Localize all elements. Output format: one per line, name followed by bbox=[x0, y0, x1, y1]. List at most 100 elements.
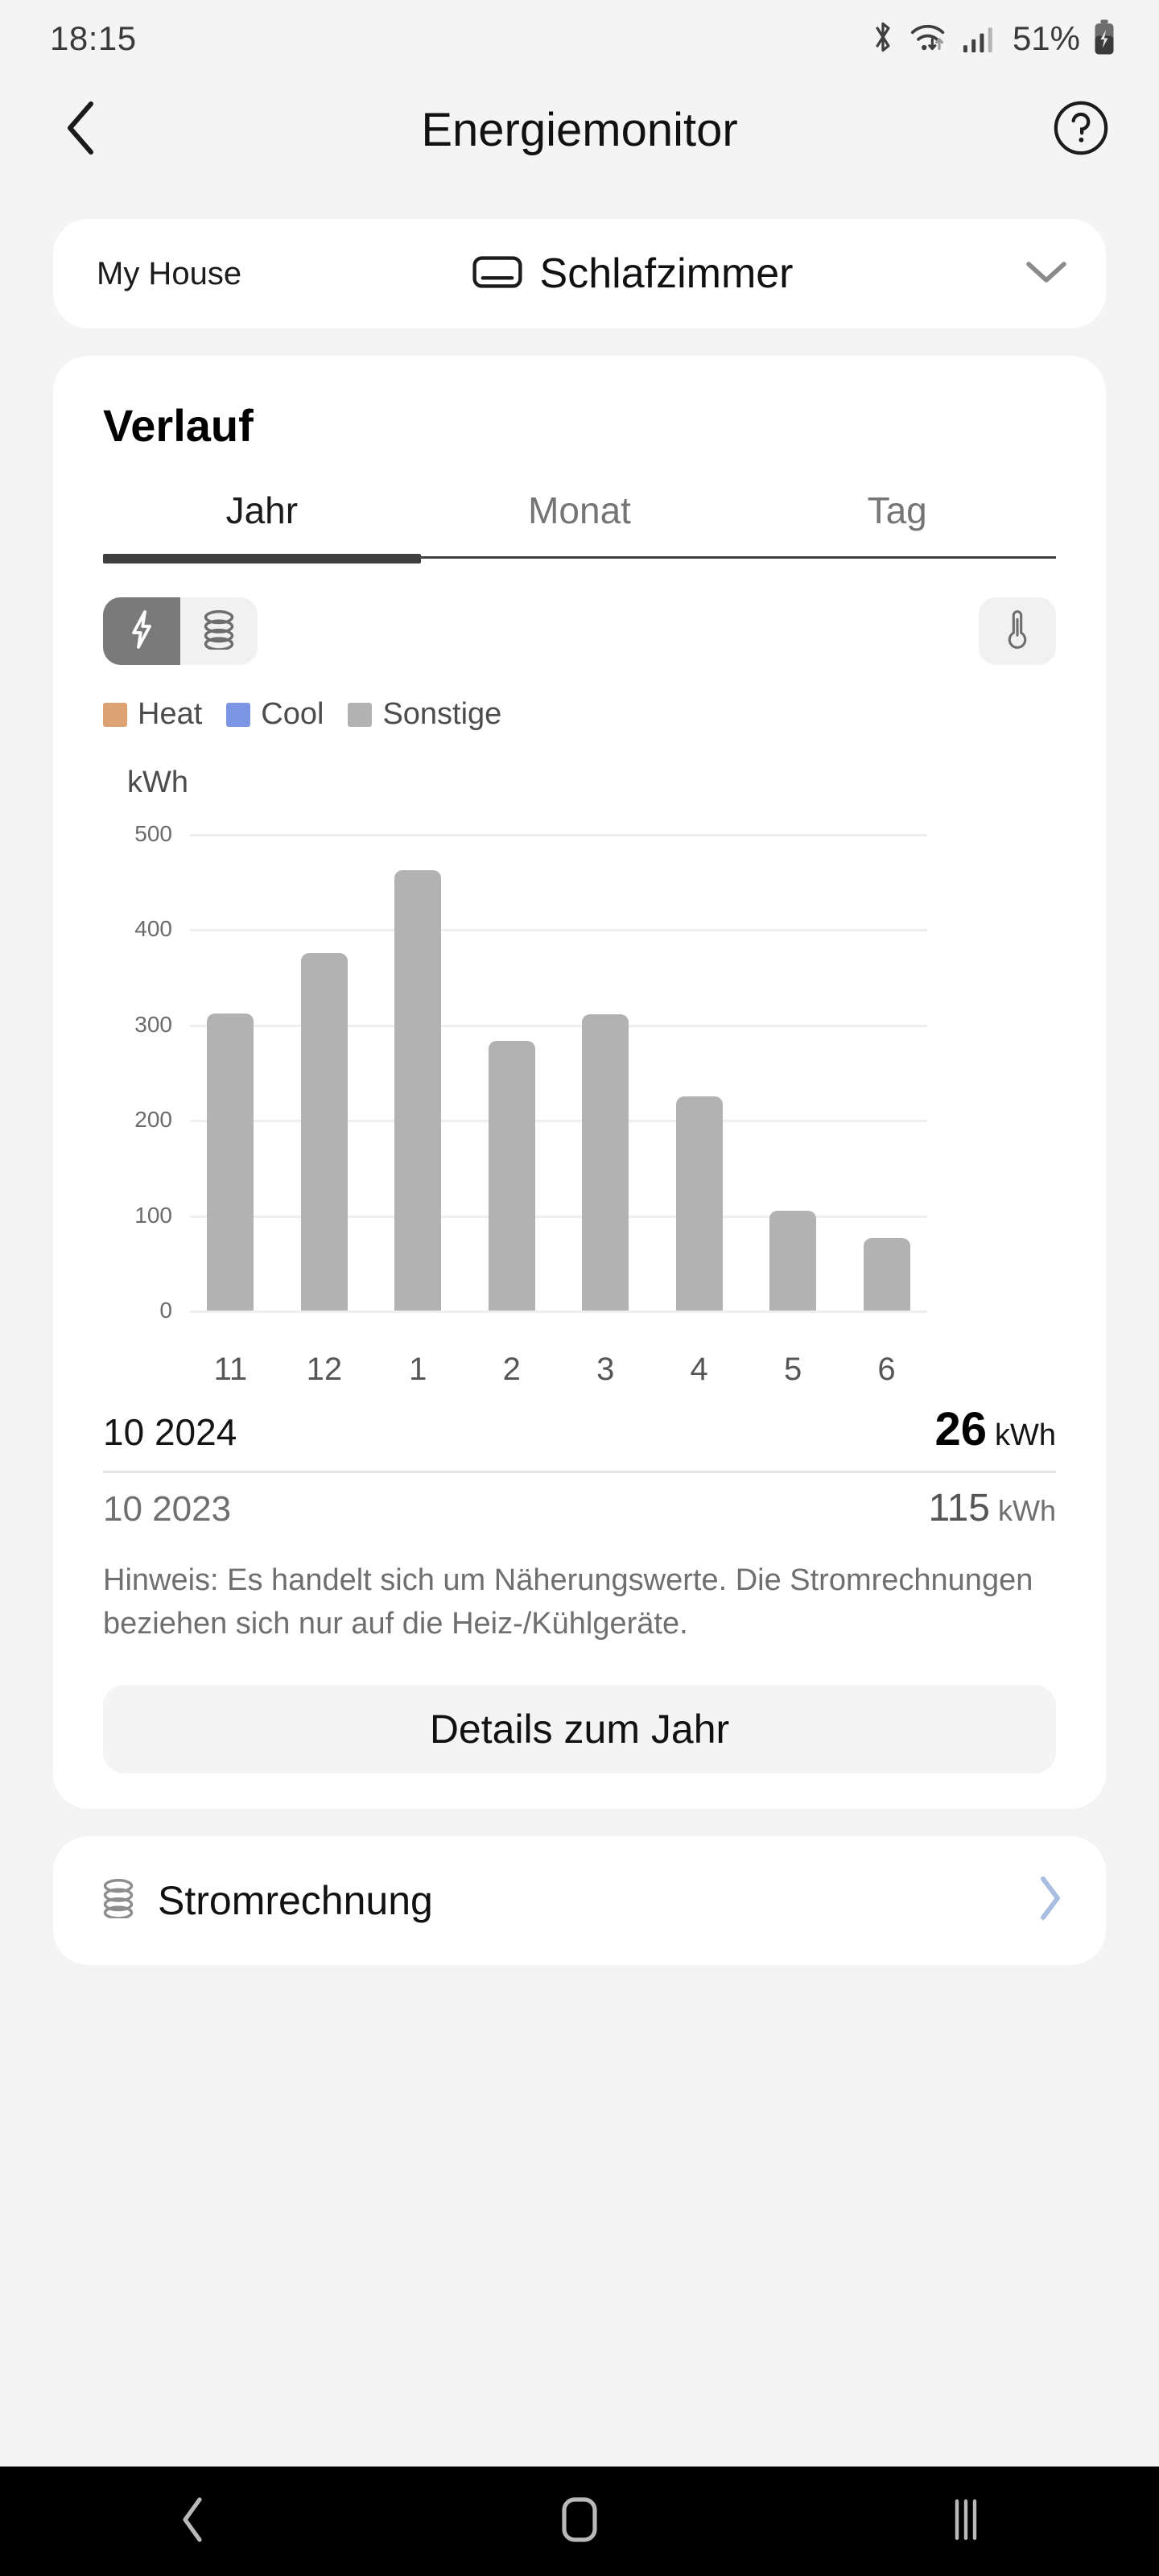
legend-label-sonstige: Sonstige bbox=[382, 697, 502, 731]
y-tick-label-0: 0 bbox=[159, 1298, 172, 1323]
bar-5[interactable] bbox=[769, 1210, 817, 1311]
bar-12[interactable] bbox=[300, 953, 348, 1311]
house-name-label: My House bbox=[97, 255, 242, 291]
legend-swatch-cool bbox=[226, 702, 251, 727]
chart-legend: Heat Cool Sonstige bbox=[103, 697, 1106, 732]
nav-back-icon bbox=[177, 2495, 209, 2549]
back-button[interactable] bbox=[53, 101, 109, 158]
energy-bar-chart: 500 400 300 200 100 0 11 12 1 2 3 4 5 6 bbox=[103, 815, 1056, 1387]
coins-stack-icon bbox=[100, 1878, 137, 1922]
room-selector[interactable]: My House Schlafzimmer bbox=[53, 219, 1106, 328]
temperature-toggle-button[interactable] bbox=[979, 597, 1056, 665]
coins-stack-icon bbox=[200, 609, 237, 654]
app-bar: Energiemonitor bbox=[0, 77, 1159, 182]
electricity-bill-row[interactable]: Stromrechnung bbox=[53, 1835, 1106, 1965]
chart-plot-area: 500 400 300 200 100 0 bbox=[134, 821, 927, 1323]
approximation-hint: Hinweis: Es handelt sich um Näherungswer… bbox=[103, 1563, 1033, 1641]
y-tick-label-400: 400 bbox=[134, 916, 172, 942]
chevron-left-icon bbox=[64, 99, 99, 161]
bar-11[interactable] bbox=[207, 1013, 254, 1311]
previous-period-label: 10 2023 bbox=[103, 1489, 232, 1529]
x-label-3: 3 bbox=[596, 1352, 615, 1387]
current-value: 26 bbox=[934, 1403, 987, 1455]
chart-controls bbox=[103, 597, 1056, 665]
mode-cost-button[interactable] bbox=[180, 597, 258, 665]
legend-item-sonstige: Sonstige bbox=[348, 697, 501, 732]
battery-percent-label: 51% bbox=[1012, 19, 1080, 57]
bar-column[interactable] bbox=[283, 834, 365, 1311]
lightning-bolt-icon bbox=[127, 609, 156, 654]
current-unit: kWh bbox=[995, 1418, 1056, 1452]
legend-swatch-sonstige bbox=[348, 702, 373, 727]
y-tick-label-300: 300 bbox=[134, 1011, 172, 1037]
history-card: Verlauf Jahr Monat Tag Heat Cool Sonstig… bbox=[53, 356, 1106, 1809]
nav-back-button[interactable] bbox=[137, 2467, 250, 2576]
history-tabs: Jahr Monat Tag bbox=[103, 489, 1056, 559]
gridline-0: 0 bbox=[159, 1298, 927, 1323]
bill-row-left: Stromrechnung bbox=[100, 1877, 1037, 1924]
bar-column[interactable] bbox=[658, 834, 740, 1311]
thermometer-icon bbox=[1005, 608, 1029, 655]
cellular-signal-icon bbox=[961, 19, 996, 59]
bar-column[interactable] bbox=[377, 834, 459, 1311]
status-icons: 51% bbox=[869, 19, 1117, 60]
current-value-group: 26 kWh bbox=[934, 1402, 1056, 1456]
page-title: Energiemonitor bbox=[421, 103, 738, 156]
x-label-1: 1 bbox=[409, 1352, 427, 1387]
bar-column[interactable] bbox=[471, 834, 552, 1311]
x-label-2: 2 bbox=[502, 1352, 521, 1387]
chart-x-axis-labels: 11 12 1 2 3 4 5 6 bbox=[190, 1352, 927, 1388]
battery-charging-icon bbox=[1091, 19, 1117, 60]
y-tick-label-200: 200 bbox=[134, 1107, 172, 1133]
room-name-label: Schlafzimmer bbox=[539, 250, 794, 297]
bluetooth-icon bbox=[869, 19, 897, 59]
consumption-summary: 10 2024 26 kWh 10 2023 115 kWh bbox=[103, 1402, 1056, 1543]
bill-row-label: Stromrechnung bbox=[158, 1877, 433, 1923]
previous-unit: kWh bbox=[998, 1494, 1056, 1527]
x-label-5: 5 bbox=[783, 1352, 802, 1387]
y-tick-label-100: 100 bbox=[134, 1202, 172, 1228]
bar-column[interactable] bbox=[190, 834, 271, 1311]
chart-bars bbox=[190, 834, 927, 1311]
bar-3[interactable] bbox=[582, 1013, 629, 1311]
legend-label-cool: Cool bbox=[261, 697, 324, 731]
previous-value-group: 115 kWh bbox=[928, 1486, 1056, 1530]
x-label-6: 6 bbox=[877, 1352, 896, 1387]
history-title: Verlauf bbox=[103, 400, 254, 451]
nav-recents-button[interactable] bbox=[909, 2467, 1022, 2576]
y-tick-label-500: 500 bbox=[134, 821, 172, 846]
legend-label-heat: Heat bbox=[138, 697, 203, 731]
room-selector-center: Schlafzimmer bbox=[241, 250, 1024, 298]
android-nav-bar bbox=[0, 2467, 1159, 2576]
current-period-label: 10 2024 bbox=[103, 1411, 237, 1453]
bar-6[interactable] bbox=[863, 1238, 910, 1311]
bar-4[interactable] bbox=[675, 1096, 723, 1311]
status-time: 18:15 bbox=[50, 19, 137, 57]
bar-1[interactable] bbox=[394, 870, 442, 1311]
summary-row-current: 10 2024 26 kWh bbox=[103, 1402, 1056, 1473]
x-label-4: 4 bbox=[690, 1352, 708, 1387]
bar-column[interactable] bbox=[753, 834, 834, 1311]
x-label-12: 12 bbox=[306, 1352, 343, 1387]
mode-energy-button[interactable] bbox=[103, 597, 180, 665]
status-bar: 18:15 51% bbox=[0, 0, 1159, 77]
help-circle-icon bbox=[1053, 100, 1109, 160]
tab-jahr[interactable]: Jahr bbox=[103, 489, 421, 556]
details-year-button[interactable]: Details zum Jahr bbox=[103, 1684, 1056, 1773]
nav-home-button[interactable] bbox=[523, 2467, 636, 2576]
tab-monat[interactable]: Monat bbox=[421, 489, 739, 556]
chevron-right-icon[interactable] bbox=[1037, 1874, 1064, 1926]
bar-column[interactable] bbox=[846, 834, 927, 1311]
chevron-down-icon[interactable] bbox=[1024, 256, 1069, 292]
x-label-11: 11 bbox=[213, 1352, 248, 1387]
help-button[interactable] bbox=[1053, 101, 1109, 158]
tab-tag[interactable]: Tag bbox=[738, 489, 1056, 556]
mode-toggle-group bbox=[103, 597, 258, 665]
bar-column[interactable] bbox=[565, 834, 646, 1311]
legend-swatch-heat bbox=[103, 702, 127, 727]
legend-item-cool: Cool bbox=[226, 697, 324, 732]
bar-2[interactable] bbox=[488, 1040, 535, 1311]
nav-recents-icon bbox=[944, 2495, 988, 2549]
previous-value: 115 bbox=[928, 1487, 990, 1530]
summary-row-previous: 10 2023 115 kWh bbox=[103, 1486, 1056, 1543]
